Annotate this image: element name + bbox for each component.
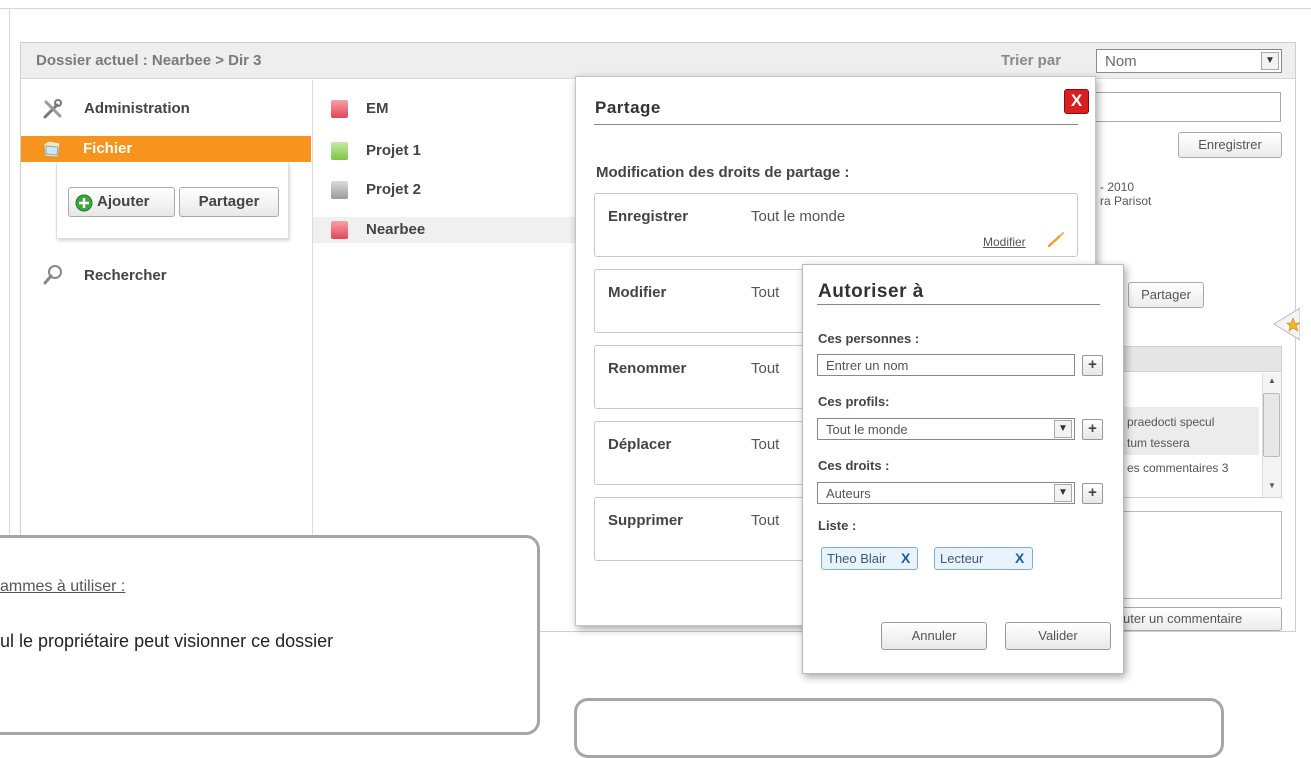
file-author: ra Parisot xyxy=(1100,194,1152,208)
profiles-label: Ces profils: xyxy=(818,394,890,409)
search-icon xyxy=(43,265,62,285)
add-button-label: Ajouter xyxy=(97,193,150,210)
nav-item-administration[interactable]: Administration xyxy=(36,96,306,122)
file-name: Nearbee xyxy=(366,221,426,238)
permission-name: Enregistrer xyxy=(608,208,689,225)
remove-tag-icon[interactable]: X xyxy=(901,548,910,569)
permission-value: Tout xyxy=(751,284,780,301)
permission-name: Supprimer xyxy=(608,512,684,529)
detail-share-button[interactable]: Partager xyxy=(1128,282,1204,308)
file-item-nearbee[interactable]: Nearbee xyxy=(313,217,576,243)
tag-lecteur: Lecteur X xyxy=(934,547,1033,570)
folder-icon xyxy=(43,140,61,158)
rights-select-value: Auteurs xyxy=(826,486,871,501)
file-icon xyxy=(331,181,348,199)
plus-circle-icon xyxy=(75,194,93,212)
breadcrumb: Dossier actuel : Nearbee > Dir 3 xyxy=(36,52,262,69)
popup-title: Autoriser à xyxy=(818,281,924,302)
chevron-down-icon[interactable]: ▼ xyxy=(1261,52,1279,70)
tag-label: Theo Blair xyxy=(827,551,887,566)
list-label: Liste : xyxy=(818,518,857,533)
nav-item-label: Administration xyxy=(84,100,190,117)
file-actions-panel: Ajouter Partager xyxy=(56,163,289,239)
chevron-down-icon[interactable]: ▼ xyxy=(1054,420,1072,438)
modify-link[interactable]: Modifier xyxy=(983,235,1026,249)
file-icon xyxy=(331,142,348,160)
nav-item-rechercher[interactable]: Rechercher xyxy=(36,262,306,288)
close-icon[interactable]: X xyxy=(1064,89,1089,114)
sort-select[interactable]: Nom ▼ xyxy=(1096,49,1282,73)
sort-select-value: Nom xyxy=(1105,53,1137,70)
save-button[interactable]: Enregistrer xyxy=(1178,132,1282,158)
star-icon[interactable] xyxy=(1270,306,1300,342)
sort-label: Trier par xyxy=(1001,52,1062,69)
comment-text: es commentaires 3 xyxy=(1127,461,1229,475)
pencil-icon[interactable] xyxy=(1047,232,1065,248)
person-name-placeholder: Entrer un nom xyxy=(826,358,909,373)
permission-name: Modifier xyxy=(608,284,667,301)
comment-text: praedocti specul xyxy=(1127,415,1215,429)
permission-name: Déplacer xyxy=(608,436,672,453)
add-comment-button[interactable]: uter un commentaire xyxy=(1100,607,1282,631)
nav-item-label: Rechercher xyxy=(84,267,167,284)
tag-theo-blair: Theo Blair X xyxy=(821,547,918,570)
dialog-subtitle: Modification des droits de partage : xyxy=(596,164,850,181)
file-icon xyxy=(331,221,348,239)
rights-label: Ces droits : xyxy=(818,458,890,473)
permission-value: Tout xyxy=(751,360,780,377)
rights-select[interactable]: Auteurs ▼ xyxy=(817,482,1075,504)
dialog-title: Partage xyxy=(595,98,661,117)
title-underline xyxy=(817,304,1100,305)
file-name: Projet 2 xyxy=(366,181,422,198)
profiles-select-value: Tout le monde xyxy=(826,422,908,437)
profiles-select[interactable]: Tout le monde ▼ xyxy=(817,418,1075,440)
scroll-down-icon[interactable]: ▼ xyxy=(1268,481,1276,490)
frame-top-line xyxy=(0,8,1311,9)
annotation-heading: ammes à utiliser : xyxy=(0,578,126,595)
tag-label: Lecteur xyxy=(940,551,984,566)
permission-value: Tout xyxy=(751,436,780,453)
chevron-down-icon[interactable]: ▼ xyxy=(1054,484,1072,502)
scroll-up-icon[interactable]: ▲ xyxy=(1268,376,1276,385)
file-icon xyxy=(331,100,348,118)
cancel-button[interactable]: Annuler xyxy=(881,622,987,650)
scrollbar-thumb[interactable] xyxy=(1263,393,1280,457)
permission-value: Tout le monde xyxy=(751,208,846,225)
permission-name: Renommer xyxy=(608,360,687,377)
comment-textarea[interactable] xyxy=(1100,511,1282,599)
file-item-projet-2[interactable]: Projet 2 xyxy=(331,177,576,203)
name-input[interactable] xyxy=(1095,92,1281,122)
add-button[interactable]: Ajouter xyxy=(68,187,175,217)
file-date: - 2010 xyxy=(1100,180,1135,194)
column-divider xyxy=(312,80,313,560)
add-right-button[interactable]: + xyxy=(1082,483,1103,504)
person-name-input[interactable]: Entrer un nom xyxy=(817,354,1075,376)
annotation-text: ul le propriétaire peut visionner ce dos… xyxy=(0,631,334,651)
validate-button[interactable]: Valider xyxy=(1005,622,1111,650)
permission-value: Tout xyxy=(751,512,780,529)
tools-icon xyxy=(43,99,62,119)
add-profile-button[interactable]: + xyxy=(1082,419,1103,440)
persons-label: Ces personnes : xyxy=(818,331,920,346)
add-person-button[interactable]: + xyxy=(1082,355,1103,376)
remove-tag-icon[interactable]: X xyxy=(1015,548,1024,569)
file-name: EM xyxy=(366,100,389,117)
file-item-projet-1[interactable]: Projet 1 xyxy=(331,138,576,164)
comments-header xyxy=(1100,346,1282,372)
nav-item-label: Fichier xyxy=(83,140,133,157)
annotation-box-right xyxy=(574,698,1224,758)
share-button[interactable]: Partager xyxy=(179,187,279,217)
nav-item-fichier[interactable]: Fichier xyxy=(21,136,311,162)
comment-text: tum tessera xyxy=(1127,436,1190,450)
file-name: Projet 1 xyxy=(366,142,422,159)
title-underline xyxy=(594,124,1078,125)
add-comment-label: uter un commentaire xyxy=(1123,611,1243,626)
file-item-em[interactable]: EM xyxy=(331,96,576,122)
